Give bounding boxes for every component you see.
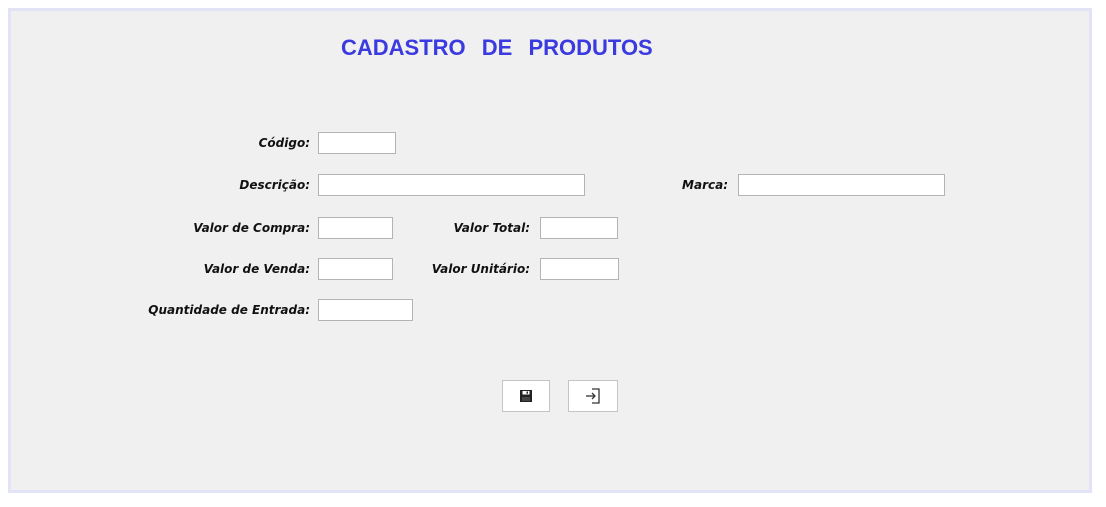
valor-venda-field[interactable]	[318, 258, 393, 280]
quantidade-entrada-label: Quantidade de Entrada:	[148, 303, 310, 317]
valor-venda-label: Valor de Venda:	[203, 262, 310, 276]
exit-arrow-icon	[584, 387, 602, 405]
codigo-field[interactable]	[318, 132, 396, 154]
floppy-disk-icon	[520, 390, 532, 402]
codigo-label: Código:	[258, 136, 310, 150]
page-title: CADASTRO DE PRODUTOS	[341, 35, 653, 60]
marca-label: Marca:	[682, 178, 728, 192]
descricao-label: Descrição:	[239, 178, 310, 192]
exit-button[interactable]	[568, 380, 618, 412]
valor-total-field[interactable]	[540, 217, 618, 239]
valor-compra-label: Valor de Compra:	[193, 221, 310, 235]
valor-total-label: Valor Total:	[453, 221, 530, 235]
product-form-panel: CADASTRO DE PRODUTOS	[8, 8, 1092, 493]
quantidade-entrada-field[interactable]	[318, 299, 413, 321]
save-button[interactable]	[502, 380, 550, 412]
valor-compra-field[interactable]	[318, 217, 393, 239]
valor-unitario-label: Valor Unitário:	[431, 262, 530, 276]
descricao-field[interactable]	[318, 174, 585, 196]
marca-field[interactable]	[738, 174, 945, 196]
valor-unitario-field[interactable]	[540, 258, 619, 280]
